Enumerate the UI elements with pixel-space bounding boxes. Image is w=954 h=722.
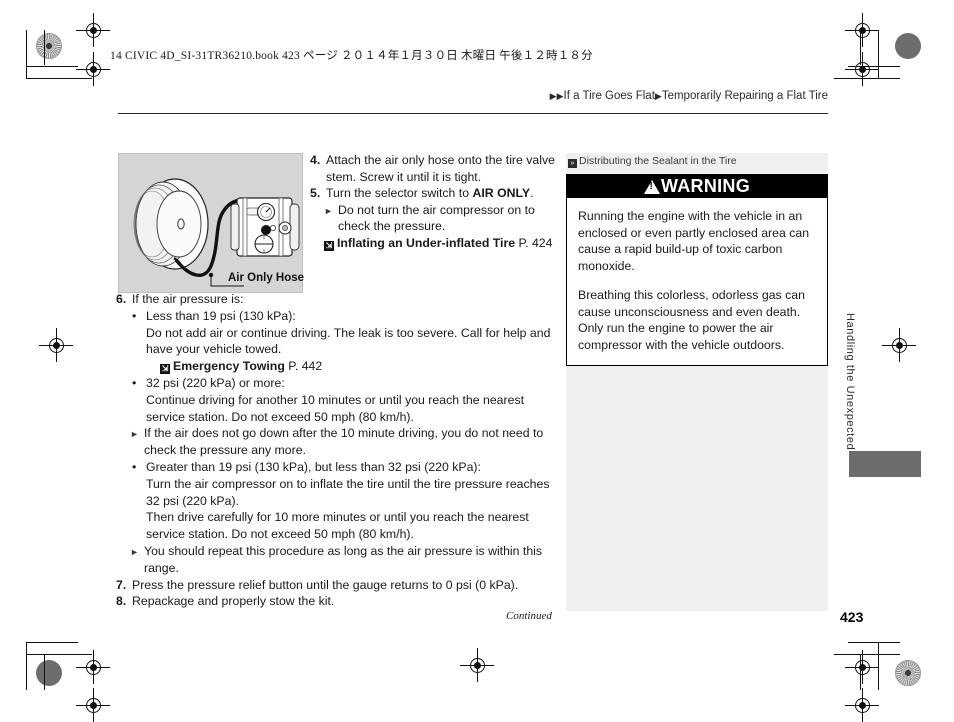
step-6-bullet-3-title: Greater than 19 psi (130 kPa), but less … bbox=[146, 459, 481, 474]
round-bullet-icon: • bbox=[132, 308, 137, 323]
header-divider bbox=[118, 113, 828, 114]
step-5-text-tail: . bbox=[530, 186, 534, 200]
step-6-lead-text: If the air pressure is: bbox=[132, 292, 244, 306]
step-6-bullet-2-note-text: If the air does not go down after the 10… bbox=[144, 426, 544, 458]
cross-reference-icon: ⇲ bbox=[324, 240, 334, 251]
step-4-text: Attach the air only hose onto the tire v… bbox=[326, 153, 555, 184]
cross-reference-emergency-towing[interactable]: ⇲ Emergency Towing P. 442 bbox=[160, 358, 556, 375]
step-6-bullet-3-text: Turn the air compressor on to inflate th… bbox=[146, 476, 550, 508]
step-8-number: 8. bbox=[116, 594, 127, 609]
step-6: 6. If the air pressure is: bbox=[116, 291, 556, 308]
book-file-stamp: 14 CIVIC 4D_SI-31TR36210.book 423 ページ ２０… bbox=[110, 50, 593, 62]
page-number: 423 bbox=[840, 609, 864, 625]
warning-paragraph-1: Running the engine with the vehicle in a… bbox=[578, 209, 810, 273]
sidebar-marker-icon: » bbox=[568, 159, 577, 168]
step-5-number: 5. bbox=[310, 186, 321, 200]
cross-reference-icon: ⇲ bbox=[160, 364, 170, 375]
continued-label: Continued bbox=[506, 610, 552, 622]
triangle-bullet-icon: ► bbox=[324, 205, 333, 216]
steps-column-upper: 4. Attach the air only hose onto the tir… bbox=[310, 152, 555, 251]
warning-banner: WARNING bbox=[566, 174, 828, 198]
step-6-bullet-3-note: ► You should repeat this procedure as lo… bbox=[130, 543, 556, 577]
step-5-emphasis-air-only: AIR ONLY bbox=[472, 186, 531, 200]
step-6-number: 6. bbox=[116, 292, 127, 306]
step-7-number: 7. bbox=[116, 577, 127, 592]
sidebar-heading: » Distributing the Sealant in the Tire bbox=[568, 155, 737, 168]
step-6-bullet-2-note: ► If the air does not go down after the … bbox=[130, 425, 556, 459]
triangle-bullet-icon: ► bbox=[130, 546, 139, 557]
warning-body: Running the engine with the vehicle in a… bbox=[566, 198, 828, 366]
breadcrumb-level-2: Temporarily Repairing a Flat Tire bbox=[661, 90, 828, 102]
step-6-bullet-1-text: Do not add air or continue driving. The … bbox=[146, 325, 551, 357]
cross-reference-inflating-tire[interactable]: ⇲ Inflating an Under-inflated Tire P. 424 bbox=[324, 235, 555, 252]
manual-page: 14 CIVIC 4D_SI-31TR36210.book 423 ページ ２０… bbox=[0, 0, 954, 718]
step-5-text: Turn the selector switch to AIR ONLY. bbox=[326, 185, 555, 202]
step-6-bullet-1-body: Less than 19 psi (130 kPa): Do not add a… bbox=[146, 308, 556, 375]
step-6-bullet-2-body: 32 psi (220 kPa) or more: Continue drivi… bbox=[146, 375, 556, 425]
round-bullet-icon: • bbox=[132, 459, 137, 474]
step-6-bullet-3: • Greater than 19 psi (130 kPa), but les… bbox=[132, 459, 556, 543]
step-6-bullet-3-body: Greater than 19 psi (130 kPa), but less … bbox=[146, 459, 556, 543]
cross-reference-page: P. 424 bbox=[518, 235, 553, 250]
warning-triangle-icon bbox=[643, 180, 660, 194]
step-4-number: 4. bbox=[310, 153, 321, 167]
step-7: 7. Press the pressure relief button unti… bbox=[116, 577, 556, 594]
step-4: 4. Attach the air only hose onto the tir… bbox=[310, 152, 555, 185]
round-bullet-icon: • bbox=[132, 375, 137, 390]
step-5: 5. Turn the selector switch to AIR ONLY. bbox=[310, 185, 555, 202]
warning-label: WARNING bbox=[660, 176, 751, 196]
cross-reference-title: Inflating an Under-inflated Tire bbox=[337, 235, 516, 250]
triangle-bullet-icon: ► bbox=[130, 429, 139, 440]
cross-reference-title: Emergency Towing bbox=[173, 359, 285, 374]
step-6-bullet-2-text: Continue driving for another 10 minutes … bbox=[146, 392, 525, 424]
figure-caption-air-only-hose: Air Only Hose bbox=[228, 272, 305, 284]
breadcrumb: ▶▶If a Tire Goes Flat▶Temporarily Repair… bbox=[550, 90, 828, 102]
step-6-bullet-1: • Less than 19 psi (130 kPa): Do not add… bbox=[132, 308, 556, 375]
step-8-text: Repackage and properly stow the kit. bbox=[132, 594, 335, 609]
sidebar-heading-text: Distributing the Sealant in the Tire bbox=[579, 155, 737, 167]
warning-paragraph-2: Breathing this colorless, odorless gas c… bbox=[578, 288, 805, 352]
section-tab-label: Handling the Unexpected bbox=[844, 313, 856, 451]
step-6-bullet-3-note-text: You should repeat this procedure as long… bbox=[144, 543, 543, 575]
step-5-note: ► Do not turn the air compressor on to c… bbox=[324, 202, 555, 235]
step-6-bullet-2-title: 32 psi (220 kPa) or more: bbox=[146, 375, 285, 390]
breadcrumb-level-1: If a Tire Goes Flat bbox=[563, 90, 655, 102]
steps-column-main: 6. If the air pressure is: • Less than 1… bbox=[116, 291, 556, 610]
step-7-text: Press the pressure relief button until t… bbox=[132, 577, 519, 592]
breadcrumb-arrow-icon: ▶ bbox=[654, 91, 662, 101]
step-5-note-text: Do not turn the air compressor on to che… bbox=[338, 202, 535, 234]
step-6-bullet-1-title: Less than 19 psi (130 kPa): bbox=[146, 308, 296, 323]
breadcrumb-double-arrow-icon: ▶▶ bbox=[549, 91, 564, 101]
step-8: 8. Repackage and properly stow the kit. bbox=[116, 593, 556, 610]
step-5-text-lead: Turn the selector switch to bbox=[326, 186, 473, 200]
step-6-bullet-2: • 32 psi (220 kPa) or more: Continue dri… bbox=[132, 375, 556, 425]
step-6-bullet-3-text-2: Then drive carefully for 10 more minutes… bbox=[146, 510, 529, 542]
section-tab-block bbox=[849, 451, 921, 477]
cross-reference-page: P. 442 bbox=[288, 359, 323, 374]
